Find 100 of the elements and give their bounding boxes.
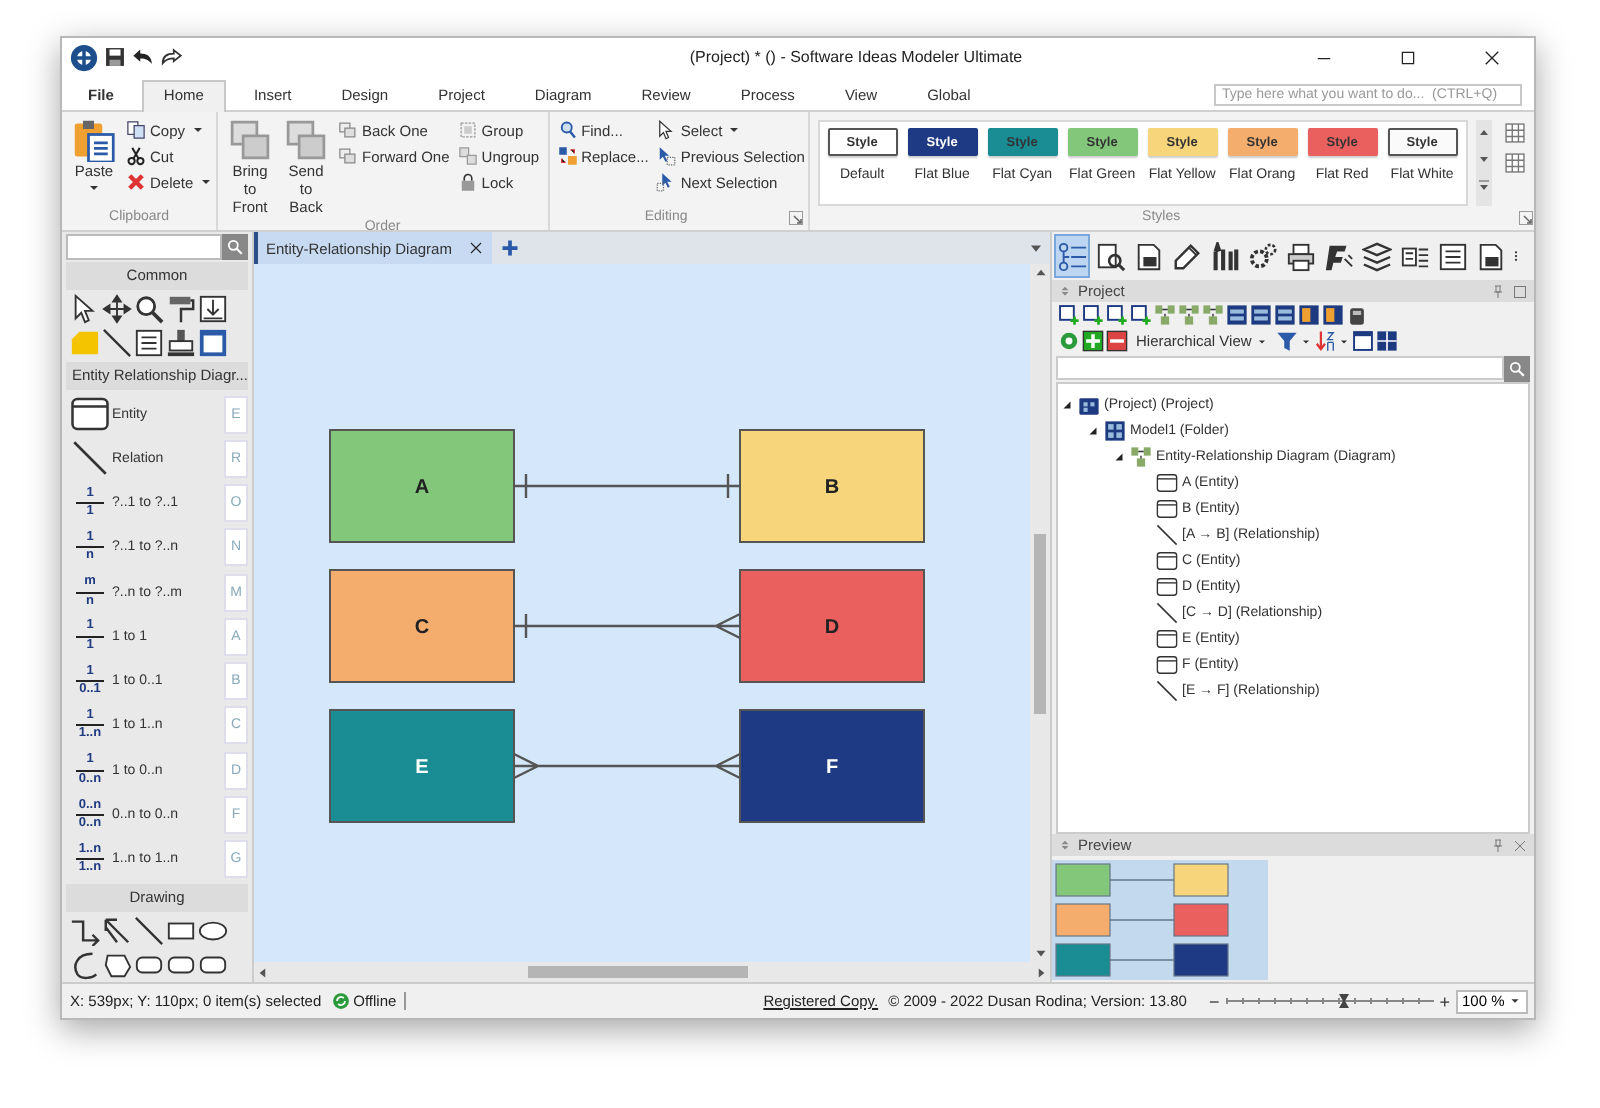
- stamp-icon[interactable]: [166, 328, 196, 358]
- tile-icon[interactable]: [1322, 304, 1344, 326]
- entity[interactable]: F: [739, 709, 925, 823]
- entity-icon: [1156, 628, 1178, 650]
- entity[interactable]: E: [329, 709, 515, 823]
- line-icon: [1156, 680, 1178, 702]
- line-icon: [1156, 602, 1178, 624]
- new-item-icon[interactable]: [1130, 304, 1152, 326]
- lock-icon: [457, 172, 478, 192]
- zoom-in-button[interactable]: +: [1439, 991, 1450, 1011]
- caret-icon[interactable]: [1299, 335, 1312, 347]
- relationship-line[interactable]: [512, 612, 742, 640]
- scissors-icon: [126, 146, 146, 166]
- caret-icon: [1255, 335, 1268, 347]
- new-item-icon[interactable]: [1058, 304, 1080, 326]
- caret-icon[interactable]: [1337, 335, 1350, 347]
- dialog-launcher-icon[interactable]: [1517, 210, 1534, 226]
- search-icon: [1508, 360, 1526, 378]
- relationship-line[interactable]: [512, 472, 742, 500]
- copy-icon: [126, 120, 146, 140]
- filter-icon[interactable]: [1275, 330, 1298, 352]
- drag-handle-icon[interactable]: [1058, 838, 1072, 852]
- line-icon: [72, 440, 108, 477]
- zoom-icon[interactable]: [134, 294, 164, 324]
- undo-icon[interactable]: [132, 46, 154, 68]
- entity-icon: [70, 394, 110, 435]
- grid-icon[interactable]: [1503, 122, 1526, 144]
- arrow-icon[interactable]: [102, 915, 132, 946]
- save-icon[interactable]: [104, 46, 126, 68]
- search-button[interactable]: [1504, 356, 1530, 382]
- horizontal-scrollbar-thumb[interactable]: [528, 966, 748, 978]
- group-icon: [457, 120, 478, 140]
- line-icon: [1156, 524, 1178, 546]
- search-button[interactable]: [222, 234, 248, 260]
- add-tab-icon[interactable]: [499, 238, 520, 258]
- tile-icon[interactable]: [1226, 304, 1248, 326]
- expanded-icon[interactable]: [1111, 450, 1125, 464]
- entity-icon: [1156, 498, 1178, 520]
- app-logo-icon: [70, 43, 98, 71]
- refresh-icon[interactable]: [1058, 330, 1080, 352]
- entity[interactable]: A: [329, 429, 515, 543]
- sync-icon: [331, 992, 350, 1010]
- zoom-out-button[interactable]: −: [1208, 991, 1220, 1011]
- close-icon[interactable]: [467, 240, 484, 256]
- tile-icon[interactable]: [1298, 304, 1320, 326]
- new-item-icon[interactable]: [1082, 304, 1104, 326]
- pointer-icon[interactable]: [70, 294, 100, 324]
- slider-thumb[interactable]: [1336, 992, 1352, 1010]
- stacked-squares-icon: [284, 118, 328, 162]
- entity[interactable]: D: [739, 569, 925, 683]
- expanded-icon[interactable]: [1059, 398, 1073, 412]
- tile-icon[interactable]: [1274, 304, 1296, 326]
- bin-icon[interactable]: [1346, 304, 1368, 326]
- curve-icon[interactable]: [70, 949, 100, 980]
- caret-icon: [1508, 994, 1522, 1008]
- entity-icon: [1156, 654, 1178, 676]
- entity-icon: [1156, 550, 1178, 572]
- pointer-icon: [656, 120, 677, 140]
- search-icon: [557, 120, 578, 140]
- text-lines-icon[interactable]: [134, 328, 164, 358]
- insert-icon[interactable]: [198, 294, 228, 324]
- vertical-scrollbar-thumb[interactable]: [1034, 534, 1046, 714]
- grid-icon[interactable]: [1503, 152, 1526, 174]
- line-icon[interactable]: [134, 915, 164, 946]
- redo-icon[interactable]: [160, 46, 182, 68]
- project-search-field[interactable]: [1056, 356, 1504, 380]
- collapse-all-icon[interactable]: [1106, 330, 1128, 352]
- window-icon[interactable]: [198, 328, 228, 358]
- new-item-icon[interactable]: [1106, 304, 1128, 326]
- tile-icon[interactable]: [1250, 304, 1272, 326]
- sort-icon[interactable]: [1313, 330, 1336, 352]
- line-icon[interactable]: [102, 328, 132, 358]
- project-icon: [1078, 394, 1100, 416]
- elbow-connector-icon[interactable]: [70, 915, 100, 946]
- ungroup-icon: [457, 146, 478, 166]
- diagram-preview-drawing[interactable]: [1052, 860, 1268, 980]
- entity-icon: [1156, 576, 1178, 598]
- tree-view-tool[interactable]: [1054, 234, 1090, 278]
- pointer-icon: [656, 172, 677, 192]
- drag-handle-icon[interactable]: [1058, 284, 1072, 298]
- pointer-icon: [656, 146, 677, 166]
- clipboard-icon: [72, 118, 116, 162]
- replace-icon: [557, 146, 578, 166]
- relationship-line[interactable]: [512, 752, 742, 780]
- dialog-launcher-icon[interactable]: [787, 210, 804, 226]
- panel-icon[interactable]: [1351, 330, 1374, 352]
- entity[interactable]: C: [329, 569, 515, 683]
- toolbox-search-field[interactable]: [66, 234, 222, 260]
- window-title: (Project) * () - Software Ideas Modeler Ultimate: [687, 48, 1025, 66]
- entity[interactable]: B: [739, 429, 925, 543]
- delete-icon: [126, 172, 146, 192]
- paint-roller-icon[interactable]: [166, 294, 196, 324]
- expanded-icon[interactable]: [1085, 424, 1099, 438]
- move-icon[interactable]: [102, 294, 132, 324]
- folder-icon: [1104, 420, 1126, 442]
- close-icon: [1482, 47, 1502, 67]
- diagram-icon[interactable]: [1178, 304, 1200, 326]
- maximize-icon: [1398, 47, 1418, 67]
- maximize-icon[interactable]: [1512, 283, 1528, 299]
- expand-all-icon[interactable]: [1082, 330, 1104, 352]
